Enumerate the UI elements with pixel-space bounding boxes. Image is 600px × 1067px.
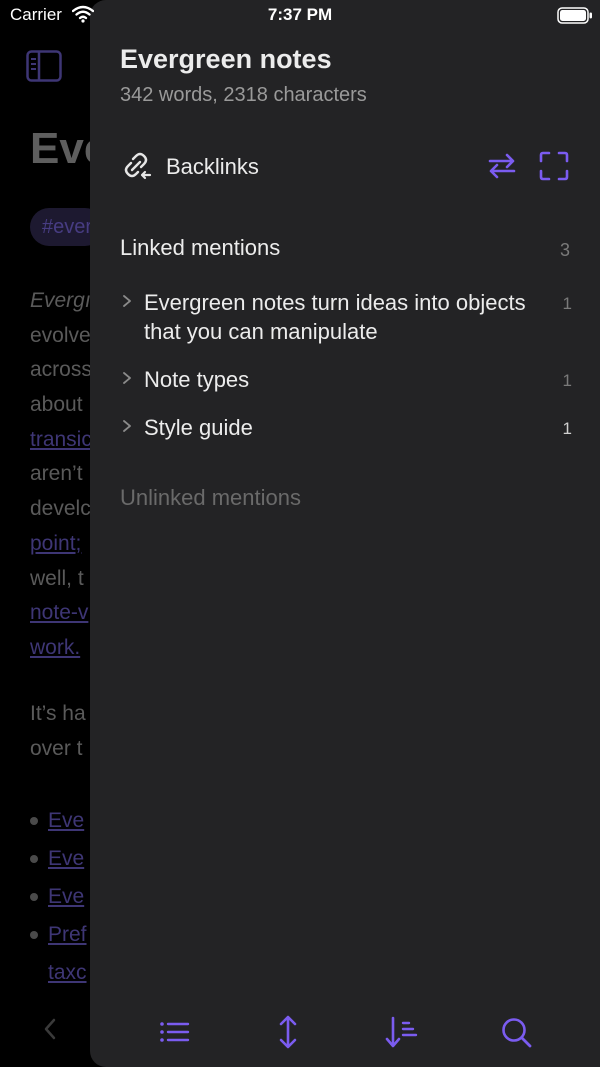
mention-count: 1 xyxy=(562,419,572,438)
chevron-right-icon[interactable] xyxy=(120,294,134,308)
note-link[interactable]: transic xyxy=(30,428,92,451)
battery-icon xyxy=(557,7,592,24)
linked-mentions-heading[interactable]: Linked mentions xyxy=(120,235,280,261)
bullet-icon xyxy=(30,817,38,826)
note-paragraph: Evergı evolve across about transic aren’… xyxy=(30,284,92,666)
linked-mentions-count: 3 xyxy=(559,240,570,260)
mention-item[interactable]: Note types 1 xyxy=(120,365,572,395)
bullet-icon xyxy=(30,931,38,940)
backlinks-heading: Backlinks xyxy=(166,154,259,179)
note-link[interactable]: Pref xyxy=(48,923,87,946)
note-line: evolve xyxy=(30,323,91,347)
mention-title[interactable]: Note types xyxy=(144,365,564,394)
list-item: Eve xyxy=(30,840,87,878)
mention-item[interactable]: Style guide 1 xyxy=(120,413,572,443)
list-item: Pref xyxy=(30,916,87,954)
list-item: Eve xyxy=(30,878,87,916)
word-count-stats: 342 words, 2318 characters xyxy=(120,84,367,106)
note-line: It’s ha xyxy=(30,702,86,725)
note-link[interactable]: note-v xyxy=(30,601,88,624)
status-bar: Carrier 7:37 PM xyxy=(0,0,600,34)
note-paragraph: It’s ha over t xyxy=(30,697,86,766)
note-link[interactable]: Eve xyxy=(48,885,84,908)
bullet-icon xyxy=(30,855,38,864)
mention-item[interactable]: Evergreen notes turn ideas into objects … xyxy=(120,288,572,348)
note-link[interactable]: taxc xyxy=(48,961,87,984)
mention-count: 1 xyxy=(562,294,572,313)
note-line: across xyxy=(30,358,92,382)
note-line: well, t xyxy=(30,566,84,590)
mention-count: 1 xyxy=(562,371,572,390)
chevron-right-icon[interactable] xyxy=(120,371,134,385)
unlinked-mentions-heading[interactable]: Unlinked mentions xyxy=(120,485,301,511)
expand-vertical-icon[interactable] xyxy=(270,1014,306,1050)
list-item: Eve xyxy=(30,802,87,840)
sidebar-toggle-icon[interactable] xyxy=(26,50,62,82)
mention-title[interactable]: Style guide xyxy=(144,413,564,442)
note-link[interactable]: work. xyxy=(30,636,80,659)
note-link[interactable]: Eve xyxy=(48,847,84,870)
status-time: 7:37 PM xyxy=(267,5,333,24)
note-line: aren’t xyxy=(30,462,83,486)
sort-icon[interactable] xyxy=(384,1014,420,1050)
note-line: develc xyxy=(30,497,91,521)
fullscreen-icon[interactable] xyxy=(538,150,570,182)
backlink-icon xyxy=(124,152,152,180)
note-line: Evergı xyxy=(30,289,91,312)
note-link[interactable]: point; xyxy=(30,532,81,555)
note-bullet-list: Eve Eve Eve Pref taxc xyxy=(30,802,87,992)
bottom-toolbar xyxy=(90,1010,600,1054)
backlinks-drawer: Evergreen notes 342 words, 2318 characte… xyxy=(90,0,600,1067)
list-icon[interactable] xyxy=(156,1014,192,1050)
search-icon[interactable] xyxy=(498,1014,534,1050)
note-line: about xyxy=(30,393,83,417)
swap-arrows-icon[interactable] xyxy=(486,150,518,182)
note-info-title: Evergreen notes xyxy=(120,44,332,74)
bullet-icon xyxy=(30,893,38,902)
back-chevron-icon[interactable] xyxy=(40,1014,60,1044)
note-link[interactable]: Eve xyxy=(48,809,84,832)
chevron-right-icon[interactable] xyxy=(120,419,134,433)
note-line: over t xyxy=(30,736,83,760)
mention-title[interactable]: Evergreen notes turn ideas into objects … xyxy=(144,288,564,346)
